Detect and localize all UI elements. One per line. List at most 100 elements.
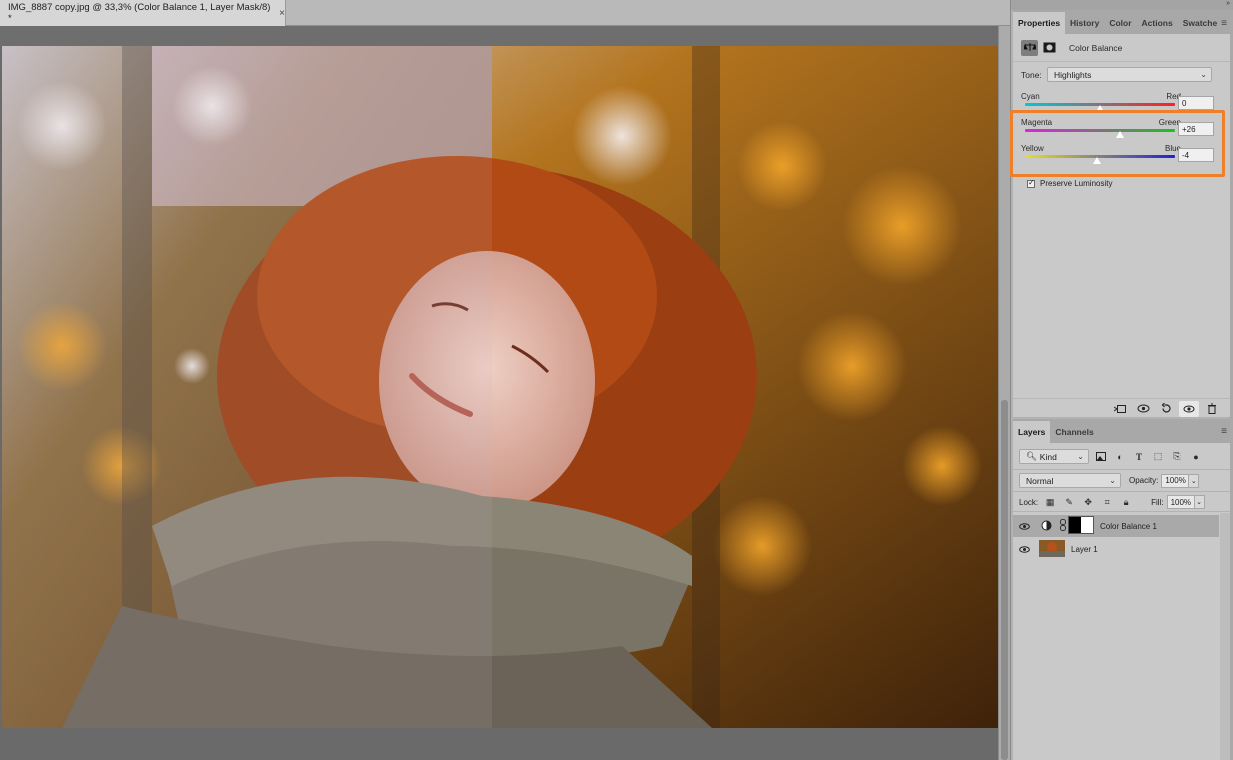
blue-label: Blue: [1164, 144, 1181, 153]
separator: [1013, 511, 1230, 512]
chevron-down-icon: ⌄: [1200, 70, 1207, 79]
tone-row: Tone: Highlights ⌄: [1021, 67, 1212, 82]
adjustment-layer-filter-icon[interactable]: ◐: [1113, 450, 1127, 464]
type-layer-filter-icon[interactable]: T: [1132, 450, 1146, 464]
magenta-green-slider-row: Magenta Green +26: [1021, 118, 1221, 142]
document-image[interactable]: [2, 46, 998, 728]
red-label: Red: [1166, 92, 1181, 101]
close-tab-icon[interactable]: ×: [279, 8, 285, 19]
preserve-luminosity-label: Preserve Luminosity: [1040, 179, 1113, 188]
visibility-eye-icon[interactable]: [1013, 545, 1035, 553]
adjustment-layer-icon: [1041, 520, 1052, 533]
panel-menu-icon[interactable]: ≡: [1221, 18, 1227, 29]
layers-panel: 🔍︎ Kind ⌄ ◐ T ⬚ ⎘ ● Normal ⌄ Opacity: 10…: [1013, 443, 1230, 760]
tab-history[interactable]: History: [1065, 12, 1104, 34]
blend-row: Normal ⌄ Opacity: 100% ⌄: [1013, 473, 1230, 488]
photoshop-window: IMG_8887 copy.jpg @ 33,3% (Color Balance…: [0, 0, 1233, 760]
cyan-red-slider-knob[interactable]: [1096, 105, 1104, 112]
fill-field[interactable]: 100%: [1166, 495, 1195, 509]
tab-properties[interactable]: Properties: [1013, 12, 1066, 34]
tone-label: Tone:: [1021, 69, 1042, 80]
chevron-down-icon: ⌄: [1077, 452, 1084, 461]
blend-mode-select[interactable]: Normal ⌄: [1019, 473, 1121, 488]
layer-mask-thumbnail[interactable]: [1068, 516, 1094, 536]
opacity-field[interactable]: 100%: [1161, 473, 1190, 488]
clip-to-layer-icon[interactable]: [1110, 401, 1130, 417]
tab-color[interactable]: Color: [1104, 12, 1136, 34]
visibility-eye-icon[interactable]: [1013, 522, 1035, 530]
properties-footer: [1013, 398, 1230, 418]
magenta-label: Magenta: [1021, 118, 1053, 127]
mask-link-icon[interactable]: [1060, 519, 1066, 533]
separator: [1013, 469, 1230, 470]
shape-layer-filter-icon[interactable]: ⬚: [1151, 450, 1165, 464]
canvas-pasteboard: [0, 26, 998, 46]
opacity-dropdown[interactable]: ⌄: [1189, 473, 1200, 488]
adjustment-icon[interactable]: [1021, 39, 1038, 56]
magenta-green-track[interactable]: [1025, 129, 1175, 132]
fill-dropdown[interactable]: ⌄: [1194, 495, 1205, 509]
reset-icon[interactable]: [1156, 401, 1176, 417]
collapse-dock-icon[interactable]: »: [1226, 0, 1230, 7]
opacity-label: Opacity:: [1129, 476, 1159, 485]
layer-row-layer-1[interactable]: Layer 1: [1013, 538, 1219, 560]
cyan-red-value-field[interactable]: 0: [1178, 96, 1214, 110]
properties-panel-tabs: Properties History Color Actions Swatche: [1013, 10, 1230, 34]
yellow-blue-slider-row: Yellow Blue -4: [1021, 144, 1221, 168]
trash-icon[interactable]: [1202, 401, 1222, 417]
layer-mask-icon[interactable]: [1041, 40, 1058, 56]
blend-mode-value: Normal: [1026, 475, 1054, 486]
tab-layers[interactable]: Layers: [1013, 421, 1051, 443]
cyan-red-slider-row: Cyan Red 0: [1021, 92, 1221, 116]
toggle-visibility-icon[interactable]: [1179, 400, 1199, 417]
layer-row-color-balance[interactable]: Color Balance 1: [1013, 515, 1219, 537]
right-panel-dock: » Properties History Color Actions Swatc…: [1010, 0, 1233, 760]
filter-toggle-icon[interactable]: ●: [1189, 450, 1203, 464]
lock-artboard-icon[interactable]: ⌗: [1100, 495, 1114, 509]
separator: [1013, 491, 1230, 492]
preserve-luminosity-checkbox[interactable]: [1027, 178, 1035, 188]
yellow-label: Yellow: [1021, 144, 1044, 153]
tone-value: Highlights: [1054, 69, 1092, 80]
layer-name[interactable]: Layer 1: [1071, 545, 1098, 554]
magenta-green-slider-knob[interactable]: [1115, 131, 1124, 138]
green-label: Green: [1158, 118, 1181, 127]
tone-select[interactable]: Highlights ⌄: [1047, 67, 1212, 82]
canvas-area[interactable]: [0, 26, 998, 760]
adjustment-title: Color Balance: [1069, 42, 1123, 53]
layer-thumbnail[interactable]: [1039, 539, 1065, 559]
yellow-blue-slider-knob[interactable]: [1093, 157, 1101, 164]
properties-panel: Color Balance Tone: Highlights ⌄ Cyan Re…: [1013, 34, 1230, 417]
canvas-vertical-scrollbar[interactable]: [998, 26, 1010, 760]
photo-render: [2, 46, 998, 728]
pixel-layer-filter-icon[interactable]: [1094, 450, 1108, 464]
layers-panel-tabs: Layers Channels: [1013, 419, 1230, 443]
document-tab[interactable]: IMG_8887 copy.jpg @ 33,3% (Color Balance…: [0, 0, 286, 26]
tab-swatches[interactable]: Swatche: [1178, 12, 1223, 34]
fill-label: Fill:: [1151, 497, 1164, 507]
lock-brush-icon[interactable]: ✎: [1062, 495, 1076, 509]
tab-actions[interactable]: Actions: [1137, 12, 1178, 34]
properties-header: Color Balance: [1013, 34, 1230, 62]
lock-label: Lock:: [1019, 497, 1039, 507]
search-icon: 🔍︎: [1026, 451, 1037, 461]
layer-name[interactable]: Color Balance 1: [1100, 522, 1157, 531]
layers-scrollbar[interactable]: [1220, 513, 1230, 760]
lock-transparent-icon[interactable]: ▦: [1043, 495, 1057, 509]
smart-object-filter-icon[interactable]: ⎘: [1170, 450, 1184, 464]
preserve-luminosity-option[interactable]: Preserve Luminosity: [1027, 178, 1113, 188]
layers-menu-icon[interactable]: ≡: [1221, 426, 1227, 437]
document-tab-title: IMG_8887 copy.jpg @ 33,3% (Color Balance…: [8, 2, 271, 24]
yellow-blue-value-field[interactable]: -4: [1178, 148, 1214, 162]
view-previous-state-icon[interactable]: [1133, 401, 1153, 417]
lock-all-icon[interactable]: 🔒︎: [1119, 495, 1133, 509]
cyan-label: Cyan: [1021, 92, 1040, 101]
lock-row: Lock: ▦ ✎ ✥ ⌗ 🔒︎ Fill: 100% ⌄: [1013, 495, 1230, 509]
filter-kind-select[interactable]: 🔍︎ Kind ⌄: [1019, 449, 1089, 464]
tab-channels[interactable]: Channels: [1050, 421, 1098, 443]
document-tab-bar: IMG_8887 copy.jpg @ 33,3% (Color Balance…: [0, 0, 1010, 26]
magenta-green-value-field[interactable]: +26: [1178, 122, 1214, 136]
scrollbar-thumb[interactable]: [1001, 400, 1008, 760]
dock-header: »: [1011, 0, 1233, 10]
lock-position-icon[interactable]: ✥: [1081, 495, 1095, 509]
